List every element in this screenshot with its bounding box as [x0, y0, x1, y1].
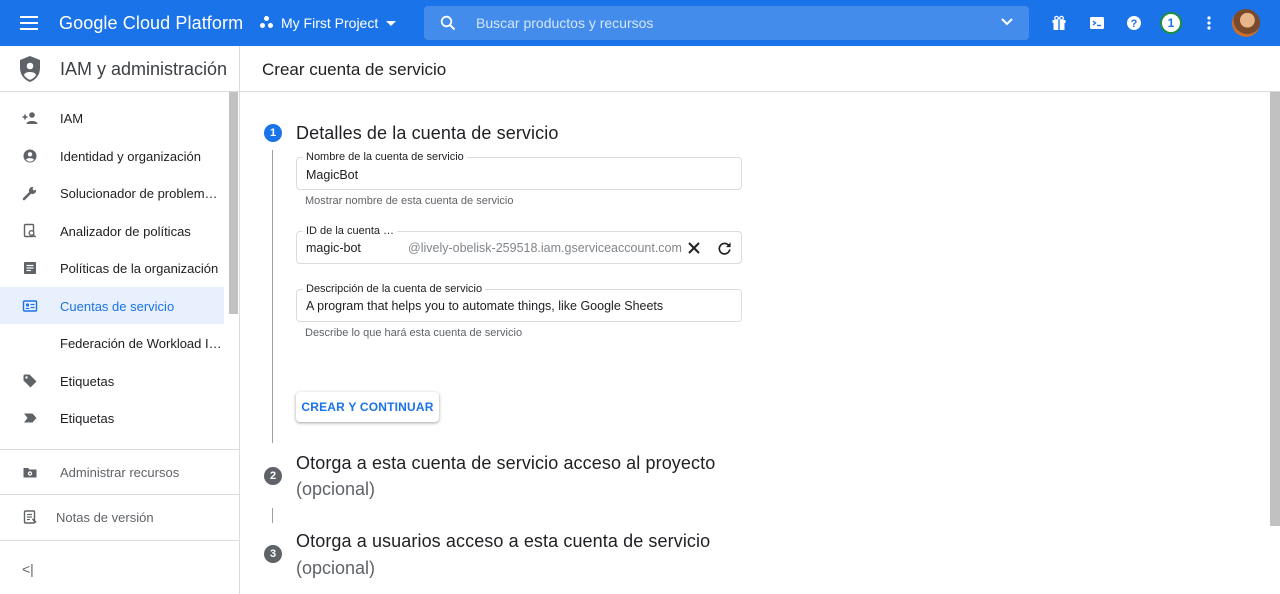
release-notes-label: Notas de versión: [56, 510, 154, 525]
sidebar-item-labels[interactable]: Etiquetas: [0, 399, 224, 437]
service-account-name-field[interactable]: Nombre de la cuenta de servicio MagicBot: [296, 151, 742, 190]
step-2-title[interactable]: Otorga a esta cuenta de servicio acceso …: [296, 453, 715, 474]
sidebar-scrollbar[interactable]: [229, 92, 238, 314]
refresh-icon[interactable]: [715, 239, 733, 257]
sidebar-item-label: Federación de Workload I…: [60, 336, 222, 351]
chevron-down-icon: [386, 20, 397, 26]
description-field-value[interactable]: A program that helps you to automate thi…: [306, 299, 663, 313]
service-account-description-field[interactable]: Descripción de la cuenta de servicio A p…: [296, 283, 742, 322]
manage-resources-label: Administrar recursos: [60, 465, 180, 480]
name-field-value[interactable]: MagicBot: [306, 168, 358, 182]
sidebar-item-iam[interactable]: IAM: [0, 99, 224, 137]
step-3-optional: (opcional): [296, 558, 376, 578]
project-selector[interactable]: My First Project: [260, 11, 397, 35]
shield-icon: [20, 56, 40, 82]
id-field-value[interactable]: magic-bot: [306, 241, 361, 255]
menu-icon[interactable]: [14, 11, 46, 35]
search-bar[interactable]: Buscar productos y recursos: [424, 6, 1029, 40]
service-account-id-field[interactable]: ID de la cuenta … magic-bot @lively-obel…: [296, 225, 742, 264]
step-3-number: 3: [264, 545, 282, 563]
name-field-label: Nombre de la cuenta de servicio: [303, 151, 467, 163]
description-field-label: Descripción de la cuenta de servicio: [303, 283, 486, 295]
page-header: Crear cuenta de servicio: [240, 46, 1280, 92]
brand-name[interactable]: Google Cloud Platform: [59, 13, 243, 34]
svg-text:?: ?: [1131, 18, 1138, 30]
manage-resources-icon: [23, 468, 37, 478]
manage-resources-link[interactable]: Administrar recursos: [0, 450, 240, 494]
step-2-optional: (opcional): [296, 479, 376, 499]
sidebar-item-tags[interactable]: Etiquetas: [0, 362, 224, 400]
sidebar-title: IAM y administración: [60, 59, 228, 79]
step-3-title[interactable]: Otorga a usuarios acceso a esta cuenta d…: [296, 531, 710, 552]
sidebar-item-identity[interactable]: Identidad y organización: [0, 137, 224, 175]
project-name: My First Project: [281, 15, 379, 31]
step-1-title: Detalles de la cuenta de servicio: [296, 123, 559, 143]
sidebar-item-label: Identidad y organización: [60, 148, 201, 164]
sidebar-item-label: Solucionador de problem…: [60, 186, 218, 201]
id-field-label: ID de la cuenta …: [303, 225, 398, 237]
label-icon: [24, 413, 37, 423]
avatar[interactable]: [1232, 9, 1260, 37]
step-1-number: 1: [264, 124, 282, 142]
document-search-icon: [23, 223, 37, 238]
tag-icon: [23, 374, 37, 387]
top-app-bar: Google Cloud Platform My First Project B…: [0, 0, 1280, 46]
description-field-hint: Describe lo que hará esta cuenta de serv…: [305, 327, 523, 339]
step-2-number: 2: [264, 467, 282, 485]
id-field-domain-suffix: @lively-obelisk-259518.iam.gserviceaccou…: [408, 241, 682, 255]
sidebar-item-org-policies[interactable]: Políticas de la organización: [0, 249, 224, 287]
gift-icon[interactable]: [1048, 12, 1070, 34]
collapse-sidebar-icon[interactable]: <|: [22, 561, 34, 577]
wrench-icon: [22, 186, 37, 201]
project-dots-icon: [260, 16, 274, 30]
step-connector: [272, 150, 273, 443]
release-notes-icon: [23, 510, 37, 524]
create-and-continue-button[interactable]: CREAR Y CONTINUAR: [296, 392, 439, 422]
release-notes-link[interactable]: Notas de versión: [0, 495, 240, 539]
add-person-icon: [22, 112, 38, 124]
sidebar-item-label: IAM: [60, 111, 84, 126]
step-connector: [272, 508, 273, 523]
chevron-down-icon[interactable]: [1001, 18, 1013, 26]
divider: [0, 540, 240, 541]
account-circle-icon: [23, 149, 37, 162]
search-icon: [440, 15, 456, 31]
list-document-icon: [24, 262, 36, 274]
page-title: Crear cuenta de servicio: [262, 60, 447, 79]
sidebar-item-workload-federation[interactable]: Federación de Workload I…: [0, 324, 224, 362]
service-account-icon: [22, 299, 38, 312]
sidebar-nav: IAM Identidad y organización Solucionado…: [0, 99, 224, 437]
sidebar-item-label: Políticas de la organización: [60, 261, 219, 276]
cloud-shell-icon[interactable]: [1086, 12, 1108, 34]
sidebar: IAM y administración IAM Identidad y org…: [0, 46, 240, 594]
sidebar-item-service-accounts[interactable]: Cuentas de servicio: [0, 286, 224, 324]
sidebar-item-policy-analyzer[interactable]: Analizador de políticas: [0, 212, 224, 250]
sidebar-header: IAM y administración: [0, 46, 240, 92]
notifications-badge[interactable]: 1: [1160, 12, 1182, 34]
clear-icon[interactable]: [685, 239, 703, 257]
sidebar-item-label: Etiquetas: [60, 411, 115, 426]
main-scrollbar[interactable]: [1270, 92, 1280, 526]
help-icon[interactable]: ?: [1123, 12, 1145, 34]
name-field-hint: Mostrar nombre de esta cuenta de servici…: [305, 195, 514, 207]
sidebar-item-label: Cuentas de servicio: [60, 298, 175, 314]
sidebar-item-label: Etiquetas: [60, 373, 115, 389]
sidebar-item-label: Analizador de políticas: [60, 223, 191, 239]
sidebar-item-troubleshooter[interactable]: Solucionador de problem…: [0, 174, 224, 212]
search-input[interactable]: Buscar productos y recursos: [476, 15, 653, 31]
more-vert-icon[interactable]: [1198, 12, 1220, 34]
